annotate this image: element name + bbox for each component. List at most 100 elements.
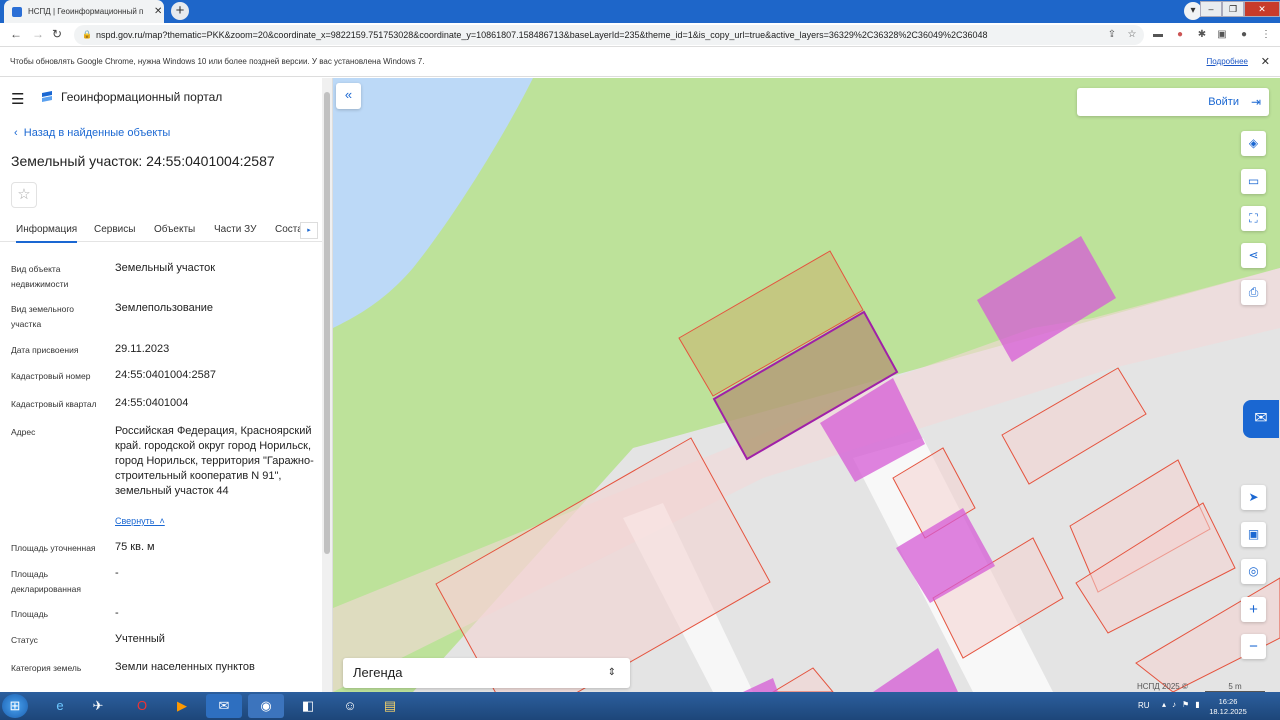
info-tabs: Информация Сервисы Объекты Части ЗУ Сост…: [0, 218, 322, 243]
favorite-star-icon[interactable]: ☆: [11, 182, 37, 208]
zoom-in-button[interactable]: +: [1241, 597, 1266, 622]
extensions-puzzle-icon[interactable]: ✱: [1196, 29, 1208, 41]
site-favicon-icon: [12, 6, 22, 17]
collapse-panel-button[interactable]: «: [336, 83, 361, 109]
prop-label: Кадастровый номер: [11, 371, 91, 381]
share-icon[interactable]: ⋖: [1241, 243, 1266, 268]
url-text: nspd.gov.ru/map?thematic=PKK&zoom=20&coo…: [96, 30, 988, 40]
back-to-results-link[interactable]: ‹ Назад в найденные объекты: [14, 127, 170, 139]
reload-icon[interactable]: ↻: [52, 27, 62, 41]
update-infobar: Чтобы обновлять Google Chrome, нужна Win…: [0, 47, 1280, 77]
start-button-icon[interactable]: ⊞: [2, 694, 28, 718]
opera-icon[interactable]: O: [124, 694, 160, 718]
bookmark-star-icon[interactable]: ☆: [1126, 29, 1138, 41]
media-player-icon[interactable]: ▶: [164, 694, 200, 718]
select-area-icon[interactable]: ⛶: [1241, 206, 1266, 231]
tab-close-icon[interactable]: ✕: [154, 6, 162, 17]
login-label: Войти: [1208, 96, 1239, 108]
legend-dropdown[interactable]: Легенда ⇕: [343, 658, 630, 688]
prop-value: Землепользование: [115, 302, 214, 314]
tab-objects[interactable]: Объекты: [154, 224, 195, 235]
prop-label: Статус: [11, 635, 38, 645]
tab-title: НСПД | Геоинформационный п: [28, 7, 144, 16]
tab-services[interactable]: Сервисы: [94, 224, 135, 235]
window-close-button[interactable]: ✕: [1244, 1, 1280, 17]
portal-brand[interactable]: Геоинформационный портал: [61, 90, 222, 104]
chrome-icon[interactable]: ◉: [248, 694, 284, 718]
prop-value: 75 кв. м: [115, 541, 155, 553]
layers-icon[interactable]: ◈: [1241, 131, 1266, 156]
back-link-label: Назад в найденные объекты: [23, 127, 171, 139]
prop-value: 24:55:0401004: [115, 397, 189, 409]
ruler-icon[interactable]: ▭: [1241, 169, 1266, 194]
infobar-more-link[interactable]: Подробнее: [1207, 57, 1249, 66]
map-canvas[interactable]: « Войти ⇥ ◈ ▭ ⛶ ⋖ ⎙ ✉ ➤ ▣ ◎ + − Легенда …: [333, 78, 1280, 692]
prop-value: Учтенный: [115, 633, 165, 645]
profile-avatar-icon[interactable]: ●: [1238, 29, 1250, 41]
tray-icons[interactable]: ▴♪⚑▮: [1162, 700, 1206, 709]
prop-value: -: [115, 607, 119, 619]
address-bar[interactable]: 🔒 nspd.gov.ru/map?thematic=PKK&zoom=20&c…: [74, 25, 1144, 45]
prop-label: Вид объекта недвижимости: [11, 264, 69, 289]
side-panel-icon[interactable]: ▣: [1216, 29, 1228, 41]
legend-label: Легенда: [353, 665, 403, 680]
collapse-address-link[interactable]: Свернуть ˄: [115, 516, 165, 526]
minimize-button[interactable]: –: [1200, 1, 1222, 17]
chevron-updown-icon: ⇕: [607, 667, 616, 678]
object-info-panel: ☰ Геоинформационный портал ‹ Назад в най…: [0, 78, 333, 692]
infobar-message: Чтобы обновлять Google Chrome, нужна Win…: [10, 57, 425, 66]
infobar-close-icon[interactable]: ✕: [1261, 55, 1270, 68]
back-arrow-icon[interactable]: ←: [10, 27, 22, 41]
portal-logo-icon: [42, 91, 52, 102]
tab-parts[interactable]: Части ЗУ: [214, 224, 256, 235]
login-button[interactable]: Войти ⇥: [1077, 88, 1269, 116]
extension-icon-2[interactable]: ●: [1174, 29, 1186, 41]
new-tab-button[interactable]: +: [171, 2, 189, 20]
lock-icon: 🔒: [82, 30, 92, 39]
assistant-chat-icon[interactable]: ✉: [1243, 400, 1279, 438]
tab-composition[interactable]: Соста: [275, 224, 303, 235]
panel-scrollbar[interactable]: [322, 78, 332, 692]
print-icon[interactable]: ⎙: [1241, 280, 1266, 305]
browser-toolbar: ← → ↻ 🔒 nspd.gov.ru/map?thematic=PKK&zoo…: [0, 23, 1280, 47]
minimap-icon[interactable]: ▣: [1241, 522, 1266, 547]
geolocation-icon[interactable]: ◎: [1241, 559, 1266, 584]
file-explorer-icon[interactable]: ▤: [372, 694, 408, 718]
browser-tab[interactable]: НСПД | Геоинформационный п ✕: [4, 0, 164, 23]
zoom-out-button[interactable]: −: [1241, 634, 1266, 659]
windows-taskbar: ⊞ e ✈ O ▶ ✉ ◉ ◧ ☺ ▤ RU ▴♪⚑▮ 16:26 18.12.…: [0, 692, 1280, 720]
water-area: [333, 78, 533, 328]
locate-arrow-icon[interactable]: ➤: [1241, 485, 1266, 510]
browser-menu-icon[interactable]: ⋮: [1260, 29, 1272, 41]
maximize-button[interactable]: ❐: [1222, 1, 1244, 17]
prop-value: Земельный участок: [115, 262, 216, 274]
prop-label: Адрес: [11, 427, 36, 437]
forward-arrow-icon[interactable]: →: [32, 27, 44, 41]
prop-value: -: [115, 567, 119, 579]
map-copyright: НСПД 2025 ©: [1137, 682, 1188, 691]
prop-label: Вид земельного участка: [11, 304, 75, 329]
tab-information[interactable]: Информация: [16, 224, 78, 243]
scrollbar-thumb[interactable]: [324, 92, 330, 554]
collapse-label: Свернуть: [115, 516, 155, 526]
clock[interactable]: 16:26 18.12.2025: [1208, 697, 1248, 717]
user-app-icon[interactable]: ☺: [332, 694, 368, 718]
extension-icon[interactable]: ▬: [1152, 29, 1164, 41]
explorer-app-icon[interactable]: ◧: [290, 694, 326, 718]
prop-value: Земли населенных пунктов: [115, 661, 255, 673]
internet-explorer-icon[interactable]: e: [42, 694, 78, 718]
address-value: Российская Федерация, Красноярский край.…: [115, 425, 314, 497]
telegram-icon[interactable]: ✈: [80, 694, 116, 718]
window-controls: – ❐ ✕: [1200, 0, 1280, 23]
hamburger-menu-icon[interactable]: ☰: [11, 90, 24, 108]
prop-value: 29.11.2023: [115, 343, 170, 355]
share-page-icon[interactable]: ⇪: [1106, 29, 1118, 41]
browser-tabbar: НСПД | Геоинформационный п ✕ + ▾ – ❐ ✕: [0, 0, 1280, 23]
chevron-left-icon: ‹: [14, 127, 24, 139]
prop-value: 24:55:0401004:2587: [115, 369, 216, 381]
map-scale-bar: 5 m: [1205, 682, 1265, 692]
prop-label: Категория земель: [11, 663, 82, 673]
outlook-icon[interactable]: ✉: [206, 694, 242, 718]
language-indicator[interactable]: RU: [1138, 701, 1150, 710]
tabs-scroll-right-icon[interactable]: ▸: [300, 222, 318, 239]
